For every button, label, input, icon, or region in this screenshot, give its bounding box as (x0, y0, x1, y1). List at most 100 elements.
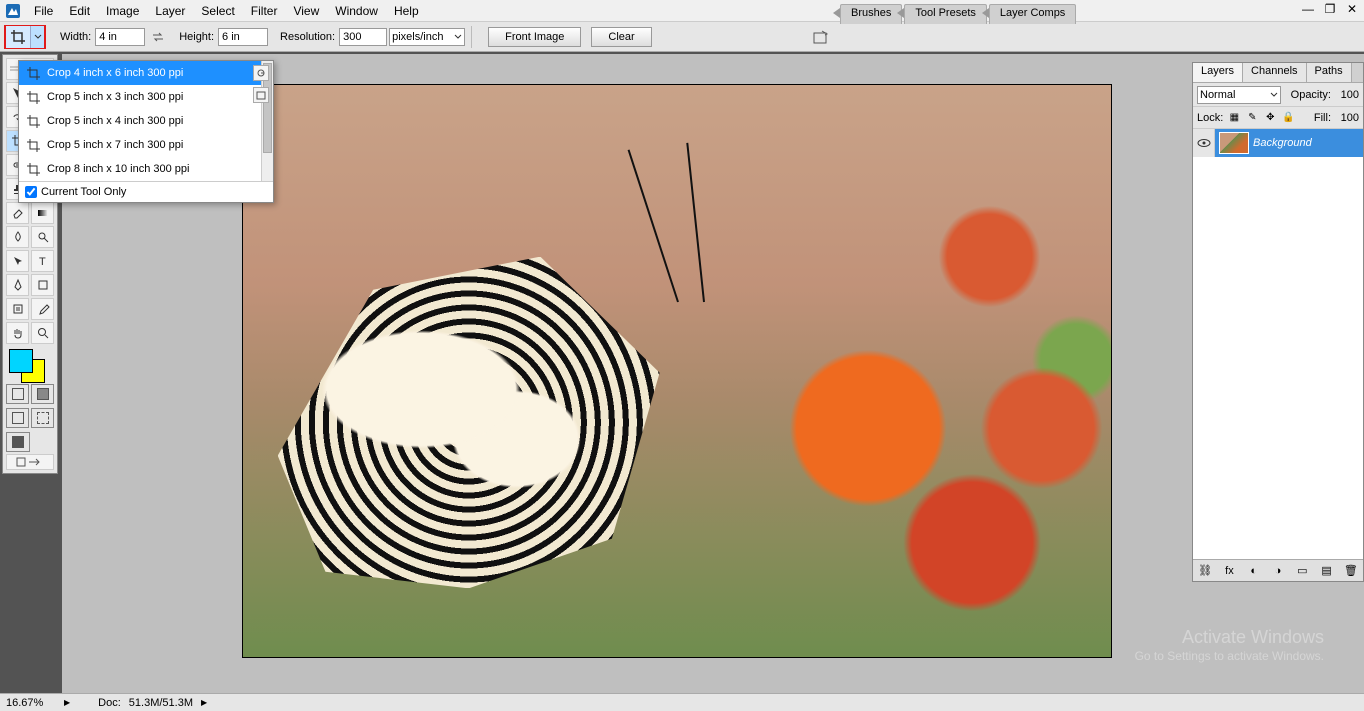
dock-tab-tool-presets[interactable]: Tool Presets (904, 4, 987, 24)
menu-window[interactable]: Window (327, 2, 386, 20)
width-input[interactable] (95, 28, 145, 46)
dock-tabs: Brushes Tool Presets Layer Comps (840, 4, 1078, 24)
preset-label: Crop 5 inch x 7 inch 300 ppi (47, 139, 183, 151)
tab-paths[interactable]: Paths (1307, 63, 1352, 82)
opacity-value[interactable]: 100 (1335, 89, 1359, 101)
blur-tool[interactable] (6, 226, 29, 248)
svg-text:T: T (39, 256, 46, 268)
height-label: Height: (179, 31, 214, 43)
lock-transparency-icon[interactable]: ▦ (1227, 111, 1241, 125)
layer-style-icon[interactable]: fx (1221, 565, 1237, 577)
preset-item[interactable]: Crop 5 inch x 4 inch 300 ppi (19, 109, 273, 133)
watermark-title: Activate Windows (1182, 627, 1324, 647)
dock-tab-layer-comps[interactable]: Layer Comps (989, 4, 1076, 24)
foreground-color-swatch[interactable] (9, 349, 33, 373)
layer-name: Background (1253, 137, 1312, 149)
crop-icon (25, 113, 41, 129)
minimize-button[interactable]: — (1300, 2, 1316, 16)
doc-size-value: 51.3M/51.3M (129, 697, 193, 709)
screen-mode-full[interactable] (6, 432, 30, 452)
pen-tool[interactable] (6, 274, 29, 296)
eye-icon (1197, 136, 1211, 150)
new-layer-icon[interactable]: ▤ (1319, 564, 1335, 577)
tab-layers[interactable]: Layers (1193, 63, 1243, 82)
blend-mode-value: Normal (1200, 89, 1235, 101)
layer-mask-icon[interactable]: ◐ (1246, 565, 1262, 577)
resolution-unit-select[interactable]: pixels/inch (389, 28, 465, 46)
crop-icon (6, 26, 30, 48)
preset-item[interactable]: Crop 4 inch x 6 inch 300 ppi (19, 61, 273, 85)
resolution-label: Resolution: (280, 31, 335, 43)
close-button[interactable]: ✕ (1344, 2, 1360, 16)
notes-tool[interactable] (6, 298, 29, 320)
menu-layer[interactable]: Layer (147, 2, 193, 20)
fill-value[interactable]: 100 (1335, 112, 1359, 124)
link-layers-icon[interactable]: ⛓ (1197, 564, 1213, 577)
group-icon[interactable]: ▭ (1294, 564, 1310, 577)
swap-dimensions-icon[interactable] (151, 30, 165, 44)
tab-channels[interactable]: Channels (1243, 63, 1306, 82)
delete-layer-icon[interactable]: 🗑 (1343, 564, 1359, 577)
workspace-switcher-icon[interactable] (810, 25, 834, 49)
resolution-input[interactable] (339, 28, 387, 46)
doc-info-flyout-icon[interactable]: ▶ (201, 698, 207, 707)
path-select-tool[interactable] (6, 250, 29, 272)
gradient-tool[interactable] (31, 202, 54, 224)
maximize-button[interactable]: ❐ (1322, 2, 1338, 16)
width-label: Width: (60, 31, 91, 43)
hand-tool[interactable] (6, 322, 29, 344)
screen-mode-full-menubar[interactable] (31, 408, 54, 428)
window-controls: — ❐ ✕ (1300, 2, 1360, 16)
image-decoration (278, 257, 755, 589)
type-tool[interactable]: T (31, 250, 54, 272)
chevron-down-icon[interactable] (30, 26, 44, 48)
screen-mode-standard[interactable] (6, 408, 29, 428)
tool-preset-picker[interactable] (4, 25, 46, 49)
front-image-button[interactable]: Front Image (488, 27, 581, 47)
menu-file[interactable]: File (26, 2, 61, 20)
visibility-toggle[interactable] (1193, 129, 1215, 157)
height-input[interactable] (218, 28, 268, 46)
lock-all-icon[interactable]: 🔒 (1281, 111, 1295, 125)
adjustment-layer-icon[interactable]: ◑ (1270, 565, 1286, 577)
quickmask-mode-button[interactable] (31, 384, 54, 404)
document-canvas[interactable] (242, 84, 1112, 658)
clear-button[interactable]: Clear (591, 27, 651, 47)
preset-item[interactable]: Crop 5 inch x 3 inch 300 ppi (19, 85, 273, 109)
color-swatches[interactable] (7, 347, 57, 381)
menu-image[interactable]: Image (98, 2, 147, 20)
layers-panel-footer: ⛓ fx ◐ ◑ ▭ ▤ 🗑 (1193, 559, 1363, 581)
separator (471, 26, 472, 48)
layer-row[interactable]: Background (1193, 129, 1363, 157)
blend-mode-select[interactable]: Normal (1197, 86, 1281, 104)
document-image (243, 85, 1111, 657)
zoom-tool[interactable] (31, 322, 54, 344)
jump-to-imageready[interactable] (6, 454, 54, 470)
dock-tab-brushes[interactable]: Brushes (840, 4, 902, 24)
app-icon (4, 2, 22, 20)
new-preset-button[interactable] (253, 87, 269, 103)
dodge-tool[interactable] (31, 226, 54, 248)
preset-label: Crop 8 inch x 10 inch 300 ppi (47, 163, 189, 175)
lock-position-icon[interactable]: ✥ (1263, 111, 1277, 125)
standard-mode-button[interactable] (6, 384, 29, 404)
crop-icon (25, 137, 41, 153)
preset-label: Crop 5 inch x 3 inch 300 ppi (47, 91, 183, 103)
menu-help[interactable]: Help (386, 2, 427, 20)
lock-pixels-icon[interactable]: ✎ (1245, 111, 1259, 125)
menu-select[interactable]: Select (193, 2, 242, 20)
eraser-tool[interactable] (6, 202, 29, 224)
zoom-flyout-icon[interactable]: ▶ (64, 698, 70, 707)
eyedropper-tool[interactable] (31, 298, 54, 320)
menu-filter[interactable]: Filter (243, 2, 286, 20)
layer-list: Background (1193, 129, 1363, 581)
flyout-menu-button[interactable] (253, 65, 269, 81)
current-tool-only-checkbox[interactable] (25, 186, 37, 198)
watermark-sub: Go to Settings to activate Windows. (1135, 649, 1324, 665)
zoom-level[interactable]: 16.67% (6, 697, 56, 709)
shape-tool[interactable] (31, 274, 54, 296)
menu-edit[interactable]: Edit (61, 2, 98, 20)
preset-item[interactable]: Crop 8 inch x 10 inch 300 ppi (19, 157, 273, 181)
preset-item[interactable]: Crop 5 inch x 7 inch 300 ppi (19, 133, 273, 157)
menu-view[interactable]: View (285, 2, 327, 20)
